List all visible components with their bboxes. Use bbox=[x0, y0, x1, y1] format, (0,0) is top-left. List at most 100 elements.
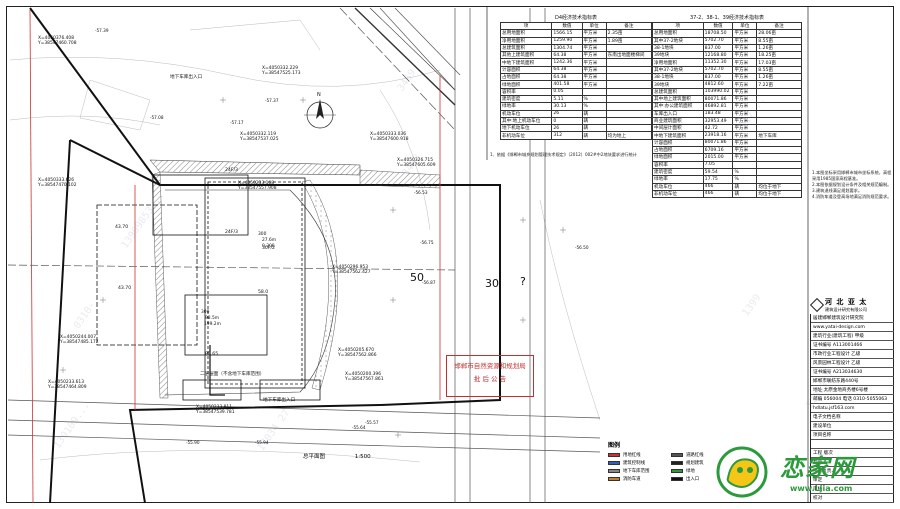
table-cell: 平方米 bbox=[732, 138, 758, 148]
table-cell bbox=[756, 116, 802, 126]
table-row: 其中:地上机动车位 0 辆 bbox=[499, 116, 653, 126]
table-cell: 0.05 bbox=[551, 87, 583, 96]
table-cell: 其中:地上机动车位 bbox=[499, 116, 553, 126]
table-cell: 1304.74 bbox=[551, 43, 583, 53]
table-cell: 466 bbox=[702, 189, 734, 199]
table-row: 39地块 12168.80 平方米 18.25亩 bbox=[652, 51, 802, 60]
compass-label: N bbox=[317, 92, 321, 98]
table-cell: 非机动车位 bbox=[499, 131, 553, 140]
table-cell: 辆 bbox=[732, 182, 758, 191]
table-cell bbox=[581, 87, 607, 96]
table-row: 其他上建筑面积 64.38 平方米 东南出地面楼梯间 bbox=[499, 51, 653, 60]
legend-label: 消防车道 bbox=[623, 477, 641, 482]
table-header-cell: 备注 bbox=[605, 21, 653, 31]
table-cell: 64.38 bbox=[551, 51, 583, 60]
table-header-cell: 数值 bbox=[702, 21, 734, 31]
table-row: 计容面积 64.38 平方米 bbox=[499, 65, 653, 75]
table-cell: 401.58 bbox=[551, 80, 583, 89]
title-block-row: hdlatu.jsf163.com bbox=[811, 404, 894, 413]
table-row: 商业建筑面积 32953.49 平方米 bbox=[652, 116, 802, 126]
building-label: 43.70 bbox=[118, 286, 132, 291]
table-row: 38-1地块 837.00 平方米 1.26亩 bbox=[652, 43, 802, 53]
table-cell: 车库出入口 bbox=[652, 109, 704, 118]
table-cell bbox=[756, 138, 802, 148]
hatched-setback bbox=[149, 159, 361, 176]
internal-road bbox=[164, 189, 336, 396]
table-cell bbox=[605, 80, 653, 89]
scale-title: 总平面图 bbox=[303, 454, 326, 460]
table-b-caption: 37-2、38-1、39经济技术指标表 bbox=[689, 15, 765, 21]
dimension-label: 300 bbox=[201, 310, 210, 315]
legend-item: 消防车道 bbox=[608, 475, 665, 483]
legend-swatch-icon bbox=[608, 469, 620, 473]
dimension-label: 0.300 bbox=[262, 244, 275, 249]
legend-item: 用地红线 bbox=[608, 451, 665, 459]
table-row: 其中37-2地块 5702.70 平方米 8.55亩 bbox=[652, 65, 802, 75]
table-row: 绿地率 17.75% bbox=[652, 175, 802, 184]
table-cell: 平方米 bbox=[732, 146, 758, 155]
table-cell: 平方米 bbox=[732, 116, 758, 126]
table-cell: 建筑密度 bbox=[652, 167, 704, 177]
table-cell: 42.72 bbox=[702, 124, 734, 133]
table-cell: 39地块 bbox=[652, 51, 704, 60]
table-cell bbox=[756, 146, 802, 155]
coordinate-label: X=4050332.119 Y=38547537.025 bbox=[240, 132, 279, 143]
table-cell: 7.05 bbox=[702, 160, 734, 169]
table-row: 计容面积 80071.86 平方米 bbox=[652, 138, 802, 148]
site-boundary bbox=[29, 7, 501, 504]
brand-url: www.Ljia.com bbox=[790, 484, 853, 493]
building-label: 二层层面（不含地下车库范围） bbox=[200, 372, 265, 377]
table-cell: 其中:办公建筑面积 bbox=[652, 102, 704, 111]
table-a-footnote: 1、依据《邯郸市城乡规划管理技术规定》（2012）002#中2地块要求进行统计 bbox=[490, 152, 637, 157]
table-cell bbox=[756, 124, 802, 133]
table-cell: 6709.16 bbox=[702, 146, 734, 155]
table-cell: % bbox=[732, 175, 758, 184]
table-cell: 非机动车位 bbox=[652, 189, 704, 199]
table-cell: 建筑密度 bbox=[499, 94, 553, 104]
table-cell: 其中37-2地块 bbox=[652, 36, 704, 45]
table-cell: 0 bbox=[551, 116, 583, 126]
dimension-label: 300 bbox=[258, 232, 267, 237]
table-cell: 1.89亩 bbox=[605, 36, 653, 45]
table-cell: 1566.15 bbox=[551, 29, 583, 38]
title-block-row: 市政行业工程设计 乙级 bbox=[811, 350, 894, 359]
table-cell: 绿地率 bbox=[499, 102, 553, 111]
table-header-cell: 单位 bbox=[581, 21, 607, 31]
coordinate-label: X=4050200.396 Y=38547567.861 bbox=[345, 372, 384, 383]
table-cell: 5702.70 bbox=[702, 65, 734, 75]
table-cell: 平方米 bbox=[581, 29, 607, 38]
table-row: 其中37-2地块 5702.70 平方米 8.55亩 bbox=[652, 36, 802, 45]
scale-label: 总平面图 1:500 bbox=[303, 452, 371, 460]
table-cell: 8.55亩 bbox=[756, 36, 802, 45]
table-cell: 2015.00 bbox=[702, 153, 734, 162]
table-row: 净用地面积 1259.90 平方米 1.89亩 bbox=[499, 36, 653, 45]
table-cell: 中间层计面积 bbox=[652, 124, 704, 133]
table-cell bbox=[732, 160, 758, 169]
road-width-label: ? bbox=[520, 275, 526, 288]
elevation-label: -56.53 bbox=[414, 190, 428, 195]
table-cell: 绿地面积 bbox=[499, 80, 553, 89]
table-cell: 2.35亩 bbox=[605, 29, 653, 38]
table-cell: 80071.86 bbox=[702, 138, 734, 148]
elevation-label: -56.50 bbox=[575, 245, 589, 250]
table-cell bbox=[605, 43, 653, 53]
table-cell: 平方米 bbox=[732, 65, 758, 75]
legend-swatch-icon bbox=[671, 453, 683, 457]
table-cell: 17.75 bbox=[702, 175, 734, 184]
table-cell: 平方米 bbox=[581, 58, 607, 67]
table-header-cell: 单位 bbox=[732, 21, 758, 31]
table-cell: 平方米 bbox=[732, 36, 758, 45]
table-cell: 8.55亩 bbox=[756, 65, 802, 75]
table-row: 总用地面积 1566.15 平方米 2.35亩 bbox=[499, 29, 653, 38]
company-logo-icon bbox=[809, 297, 825, 313]
table-cell bbox=[756, 109, 802, 118]
table-cell: 平方米 bbox=[581, 36, 607, 45]
table-header-cell: 项 bbox=[499, 21, 553, 31]
table-row: 容积率 7.05 bbox=[652, 160, 802, 169]
table-row: 建筑密度 5.11% bbox=[499, 94, 653, 104]
table-header-cell: 项 bbox=[652, 21, 704, 31]
table-cell: 机动车位 bbox=[652, 182, 704, 191]
table-cell: 837.00 bbox=[702, 43, 734, 53]
table-cell bbox=[605, 87, 653, 96]
table-cell bbox=[605, 124, 653, 133]
